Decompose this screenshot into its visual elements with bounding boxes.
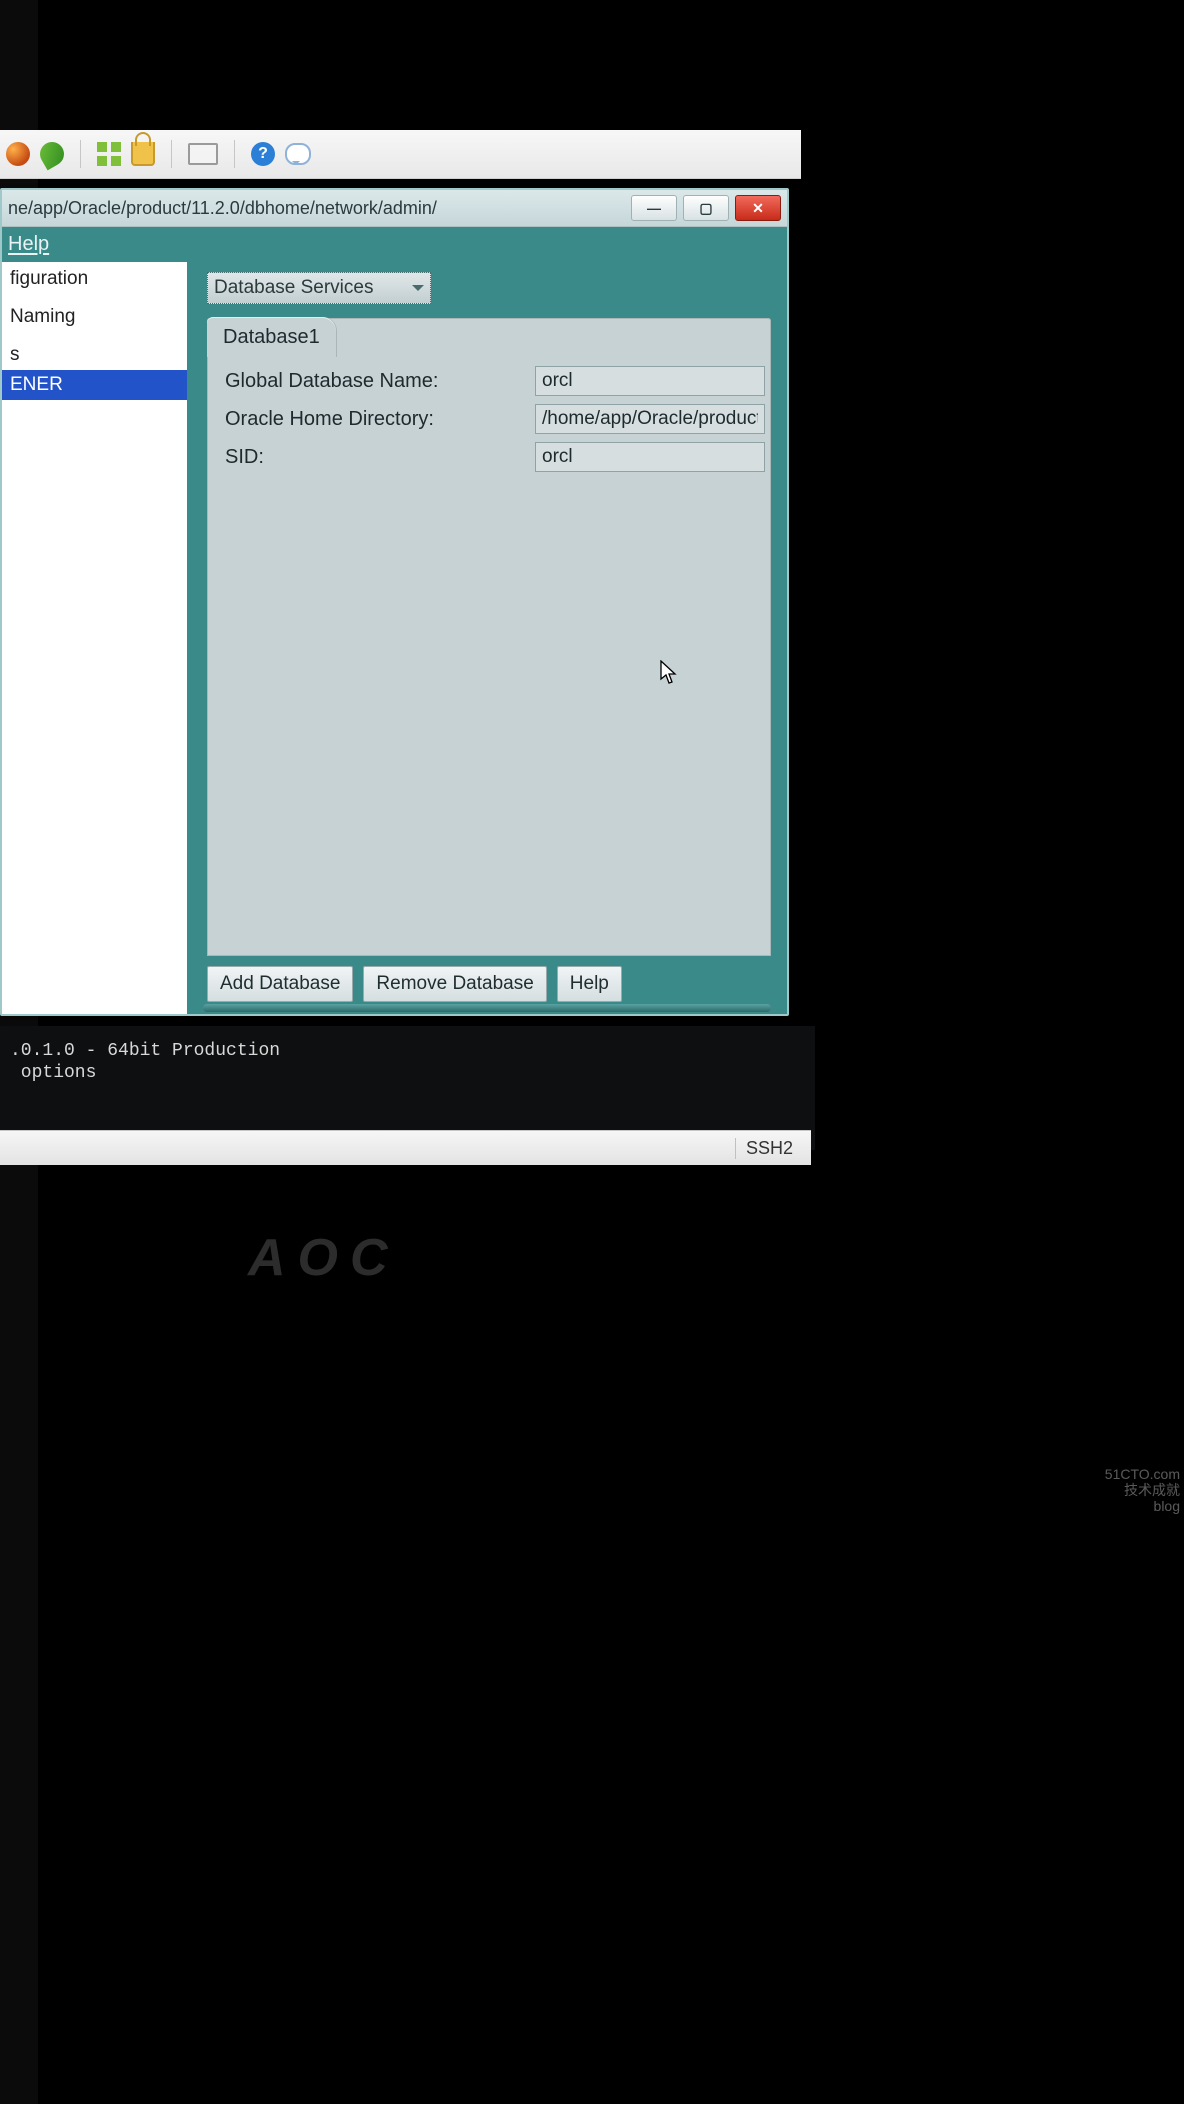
- input-oracle-home[interactable]: [535, 404, 765, 434]
- chevron-down-icon: [412, 285, 424, 297]
- fox-icon[interactable]: [6, 142, 30, 166]
- tab-database1[interactable]: Database1: [207, 317, 336, 357]
- label-global-db-name: Global Database Name:: [225, 370, 525, 393]
- watermark: 51CTO.com 技术成就 blog: [1096, 1466, 1180, 1514]
- button-row: Add Database Remove Database Help: [207, 966, 622, 1002]
- minimize-button[interactable]: —: [631, 195, 677, 221]
- input-global-db-name[interactable]: [535, 366, 765, 396]
- add-database-button[interactable]: Add Database: [207, 966, 353, 1002]
- database-form: Global Database Name: Oracle Home Direct…: [225, 366, 753, 472]
- tree-node-selected[interactable]: ENER: [2, 370, 187, 400]
- tree-node[interactable]: s: [2, 340, 187, 370]
- grid-icon[interactable]: [97, 142, 121, 166]
- watermark-line: 51CTO.com: [1096, 1466, 1180, 1482]
- resize-handle[interactable]: [203, 1004, 771, 1012]
- input-sid[interactable]: [535, 442, 765, 472]
- menu-help[interactable]: Help: [8, 233, 49, 256]
- window-content: figuration Naming s ENER Database Servic…: [2, 262, 787, 1014]
- tree-node[interactable]: [2, 294, 187, 302]
- tree-node[interactable]: [2, 332, 187, 340]
- chat-icon[interactable]: [285, 143, 311, 165]
- window-buttons: — ▢ ✕: [631, 195, 781, 221]
- combo-value: Database Services: [214, 277, 373, 299]
- terminal-line: .0.1.0 - 64bit Production: [10, 1041, 280, 1061]
- label-sid: SID:: [225, 446, 525, 469]
- remove-database-button[interactable]: Remove Database: [363, 966, 546, 1002]
- watermark-line: 技术成就 blog: [1096, 1482, 1180, 1514]
- toolbar-separator: [234, 140, 235, 168]
- help-icon[interactable]: ?: [251, 142, 275, 166]
- monitor-brand-label: AOC: [248, 1228, 400, 1288]
- app-toolbar: ?: [0, 130, 801, 179]
- close-button[interactable]: ✕: [735, 195, 781, 221]
- terminal-line: options: [10, 1063, 96, 1083]
- oracle-net-manager-window: ne/app/Oracle/product/11.2.0/dbhome/netw…: [0, 188, 789, 1016]
- label-oracle-home: Oracle Home Directory:: [225, 408, 525, 431]
- database-tab-card: Database1 Global Database Name: Oracle H…: [207, 318, 771, 956]
- toolbar-separator: [171, 140, 172, 168]
- leaf-icon[interactable]: [36, 138, 69, 171]
- nav-tree[interactable]: figuration Naming s ENER: [2, 262, 187, 1014]
- tree-node[interactable]: figuration: [2, 264, 187, 294]
- status-protocol: SSH2: [735, 1138, 803, 1159]
- keyboard-icon[interactable]: [188, 143, 218, 165]
- section-combo[interactable]: Database Services: [207, 272, 431, 304]
- titlebar[interactable]: ne/app/Oracle/product/11.2.0/dbhome/netw…: [2, 190, 787, 227]
- maximize-button[interactable]: ▢: [683, 195, 729, 221]
- menubar: Help: [2, 227, 787, 261]
- help-button[interactable]: Help: [557, 966, 622, 1002]
- window-title: ne/app/Oracle/product/11.2.0/dbhome/netw…: [8, 198, 437, 219]
- toolbar-separator: [80, 140, 81, 168]
- lock-icon[interactable]: [131, 142, 155, 166]
- status-bar: SSH2: [0, 1130, 811, 1165]
- detail-panel: Database Services Database1 Global Datab…: [187, 262, 787, 1014]
- tree-node[interactable]: Naming: [2, 302, 187, 332]
- tab-label: Database1: [223, 326, 320, 349]
